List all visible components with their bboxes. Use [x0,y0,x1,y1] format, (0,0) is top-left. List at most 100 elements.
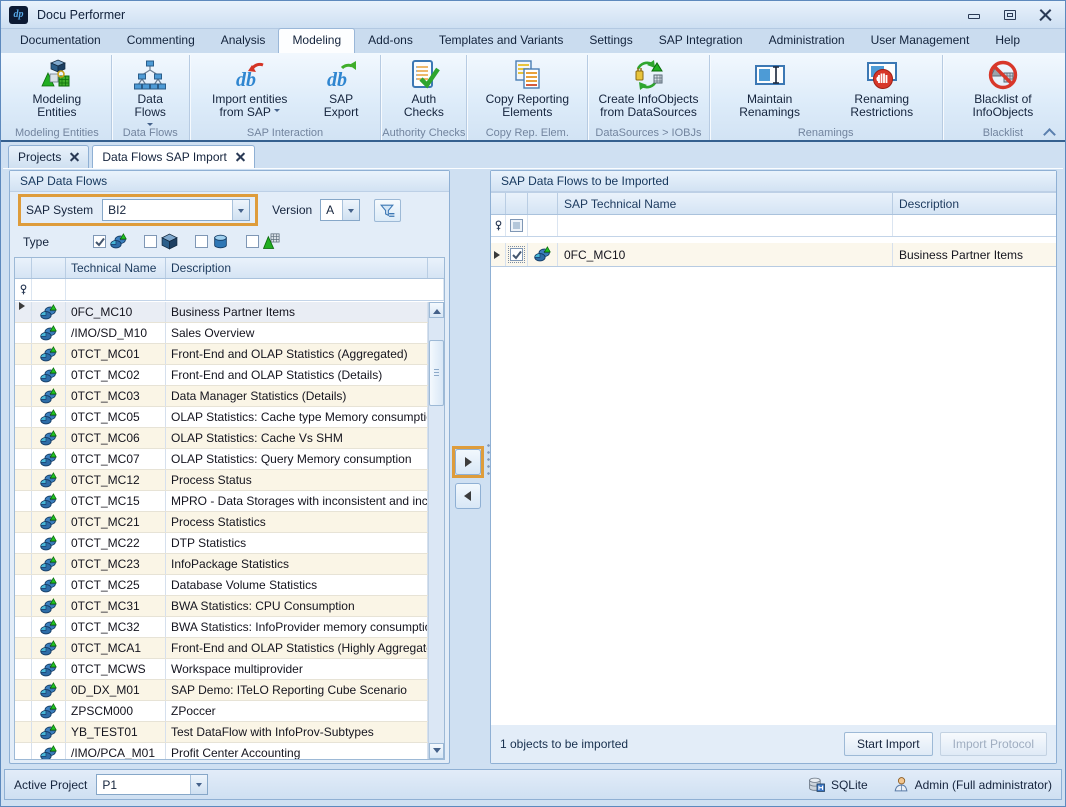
type-label: Type [23,235,93,249]
auth-checks-button[interactable]: Auth Checks [386,56,461,121]
multiprovider-icon [40,451,57,468]
multiprovider-icon [40,430,57,447]
table-row[interactable]: 0TCT_MCWS Workspace multiprovider [15,659,428,680]
table-row[interactable]: 0TCT_MC21 Process Statistics [15,512,428,533]
column-header-sap-technical-name[interactable]: SAP Technical Name [558,193,893,214]
menu-tab-analysis[interactable]: Analysis [208,29,279,53]
start-import-button[interactable]: Start Import [844,732,933,756]
filter-row[interactable] [491,215,1056,237]
data-flows-table: Technical Name Description 0FC_MC10 Busi… [14,257,445,760]
chevron-down-icon[interactable] [232,200,249,220]
data-flows-button[interactable]: Data Flows [117,56,184,135]
multiprovider-icon [40,409,57,426]
menu-tab-help[interactable]: Help [982,29,1033,53]
copy-reporting-elements-button[interactable]: Copy Reporting Elements [472,56,582,121]
import-entities-from-sap-button[interactable]: Import entities from SAP [195,56,305,121]
infocube-checkbox[interactable] [144,235,157,248]
current-user-label[interactable]: Admin (Full administrator) [915,778,1052,792]
modeling-entities-icon [41,59,73,91]
maintain-renamings-button[interactable]: Maintain Renamings [715,56,825,121]
infoset-checkbox[interactable] [246,235,259,248]
sap-data-flows-to-be-imported-panel: SAP Data Flows to be Imported SAP Techni… [490,170,1057,764]
menu-tab-sap-integration[interactable]: SAP Integration [646,29,756,53]
vertical-scrollbar[interactable] [428,302,444,759]
menu-tab-commenting[interactable]: Commenting [114,29,208,53]
table-row[interactable]: 0TCT_MC06 OLAP Statistics: Cache Vs SHM [15,428,428,449]
filter-cell[interactable] [893,215,1056,236]
table-row[interactable]: 0TCT_MC25 Database Volume Statistics [15,575,428,596]
menu-tab-add-ons[interactable]: Add-ons [355,29,426,53]
table-row[interactable]: 0TCT_MC03 Data Manager Statistics (Detai… [15,386,428,407]
table-row[interactable]: 0TCT_MC32 BWA Statistics: InfoProvider m… [15,617,428,638]
close-tab-icon[interactable] [236,153,245,162]
multiprovider-checkbox[interactable] [93,235,106,248]
chevron-down-icon[interactable] [190,775,207,794]
datastore-checkbox[interactable] [195,235,208,248]
filter-cell[interactable] [558,215,893,236]
renaming-restrictions-button[interactable]: Renaming Restrictions [827,56,937,121]
tab-data-flows-sap-import[interactable]: Data Flows SAP Import [92,145,255,168]
table-row[interactable]: /IMO/SD_M10 Sales Overview [15,323,428,344]
table-row[interactable]: 0FC_MC10 Business Partner Items [15,302,428,323]
close-tab-icon[interactable] [70,153,79,162]
table-row[interactable]: 0TCT_MC07 OLAP Statistics: Query Memory … [15,449,428,470]
ribbon-collapse-chevron-icon[interactable] [1045,128,1055,136]
sap-system-combobox[interactable]: BI2 [102,199,250,221]
active-project-combobox[interactable]: P1 [96,774,208,795]
version-combobox[interactable]: A [320,199,360,221]
move-left-button[interactable] [455,483,481,509]
import-table-row[interactable]: 0FC_MC10 Business Partner Items [491,243,1056,267]
database-label[interactable]: SQLite [831,778,868,792]
table-row[interactable]: 0TCT_MC22 DTP Statistics [15,533,428,554]
scroll-up-icon[interactable] [429,302,444,318]
table-row[interactable]: 0TCT_MCA1 Front-End and OLAP Statistics … [15,638,428,659]
filter-cell[interactable] [166,279,444,300]
filter-cell[interactable] [66,279,166,300]
check-icon [94,236,106,248]
table-row[interactable]: 0TCT_MC31 BWA Statistics: CPU Consumptio… [15,596,428,617]
column-header-description[interactable]: Description [166,258,428,278]
blacklist-of-infoobjects-button[interactable]: Blacklist of InfoObjects [948,56,1058,121]
table-row[interactable]: 0TCT_MC15 MPRO - Data Storages with inco… [15,491,428,512]
scrollbar-thumb[interactable] [429,340,444,406]
chevron-down-icon[interactable] [342,200,359,220]
row-indicator-icon [19,302,29,310]
sap-export-button[interactable]: SAP Export [307,56,376,121]
menu-tab-modeling[interactable]: Modeling [278,28,355,53]
select-all-checkbox[interactable] [510,219,523,232]
table-row[interactable]: 0D_DX_M01 SAP Demo: ITeLO Reporting Cube… [15,680,428,701]
menu-tab-documentation[interactable]: Documentation [7,29,114,53]
user-icon [892,776,909,793]
table-row[interactable]: YB_TEST01 Test DataFlow with InfoProv-Su… [15,722,428,743]
menu-tab-templates-and-variants[interactable]: Templates and Variants [426,29,577,53]
row-checkbox[interactable] [510,248,523,261]
table-row[interactable]: 0TCT_MC02 Front-End and OLAP Statistics … [15,365,428,386]
filter-pin-icon [17,282,30,297]
import-protocol-button[interactable]: Import Protocol [940,732,1047,756]
menu-tab-settings[interactable]: Settings [576,29,645,53]
technical-name-cell: 0TCT_MC03 [66,386,166,406]
table-row[interactable]: 0TCT_MC12 Process Status [15,470,428,491]
table-row[interactable]: 0TCT_MC05 OLAP Statistics: Cache type Me… [15,407,428,428]
table-row[interactable]: 0TCT_MC01 Front-End and OLAP Statistics … [15,344,428,365]
filter-row[interactable] [15,279,444,301]
modeling-entities-button[interactable]: Modeling Entities [8,56,106,121]
minimize-icon[interactable] [967,9,981,21]
active-project-label: Active Project [14,778,87,792]
create-infoobjects-button[interactable]: Create InfoObjects from DataSources [593,56,703,121]
multiprovider-icon [40,535,57,552]
menu-tab-administration[interactable]: Administration [756,29,858,53]
scroll-down-icon[interactable] [429,743,444,759]
close-icon[interactable] [1039,9,1053,21]
table-row[interactable]: /IMO/PCA_M01 Profit Center Accounting [15,743,428,759]
ribbon-group-caption: Renamings [710,127,942,139]
column-header-technical-name[interactable]: Technical Name [66,258,166,278]
move-right-button[interactable] [455,449,481,475]
tab-projects[interactable]: Projects [8,145,89,168]
menu-tab-user-management[interactable]: User Management [858,29,983,53]
table-row[interactable]: 0TCT_MC23 InfoPackage Statistics [15,554,428,575]
filter-button[interactable] [374,199,401,222]
column-header-description[interactable]: Description [893,193,1056,214]
table-row[interactable]: ZPSCM000 ZPoccer [15,701,428,722]
restore-icon[interactable] [1003,9,1017,21]
